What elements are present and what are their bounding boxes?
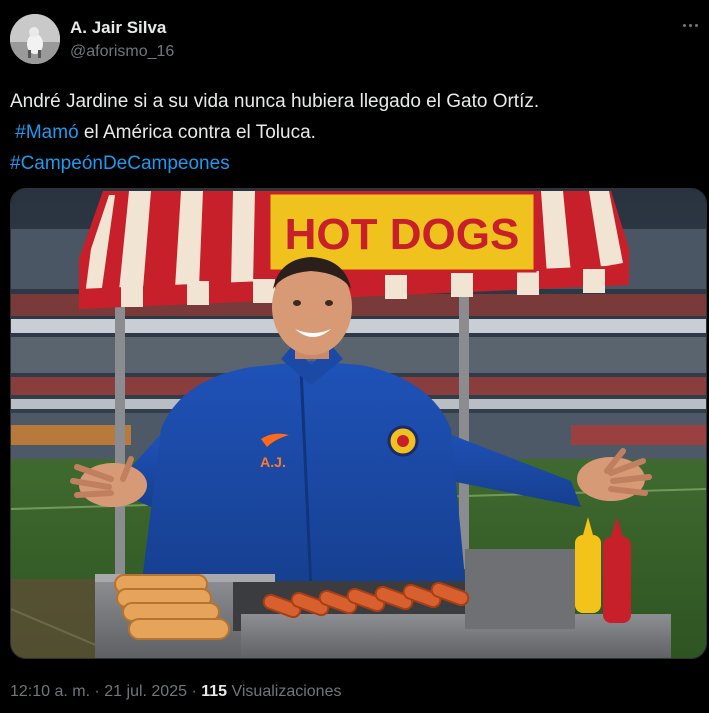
tweet-image[interactable]: HOT DOGS A.J. xyxy=(10,188,707,659)
tweet-line-1: André Jardine si a su vida nunca hubiera… xyxy=(10,91,540,112)
hashtag-mamo[interactable]: #Mamó xyxy=(15,122,78,143)
meta-separator: · xyxy=(90,683,105,700)
tweet-metadata: 12:10 a. m. · 21 jul. 2025 · 115 Visuali… xyxy=(10,683,341,701)
avatar-photo-icon xyxy=(10,14,60,64)
tweet-date[interactable]: 21 jul. 2025 xyxy=(104,683,187,700)
views-count: 115 xyxy=(201,683,228,700)
tweet-line-3: #CampeónDeCampeones xyxy=(10,148,700,179)
tweet-line-2-text: el América contra el Toluca. xyxy=(78,122,316,143)
hashtag-campeon-de-campeones[interactable]: #CampeónDeCampeones xyxy=(10,153,230,174)
author-display-name[interactable]: A. Jair Silva xyxy=(70,18,166,38)
hot-dog-stand-illustration: HOT DOGS A.J. xyxy=(11,189,706,658)
tweet-time[interactable]: 12:10 a. m. xyxy=(10,683,90,700)
jacket-initials-text: A.J. xyxy=(260,454,286,470)
more-options-icon[interactable] xyxy=(678,20,702,30)
author-handle[interactable]: @aforismo_16 xyxy=(70,43,174,61)
author-avatar[interactable] xyxy=(10,14,60,64)
meta-separator-2: · xyxy=(187,683,202,700)
hot-dogs-sign-text: HOT DOGS xyxy=(285,210,520,259)
views-label: Visualizaciones xyxy=(227,683,342,700)
tweet-line-2: #Mamó el América contra el Toluca. xyxy=(10,117,700,148)
tweet-text: André Jardine si a su vida nunca hubiera… xyxy=(10,86,700,179)
